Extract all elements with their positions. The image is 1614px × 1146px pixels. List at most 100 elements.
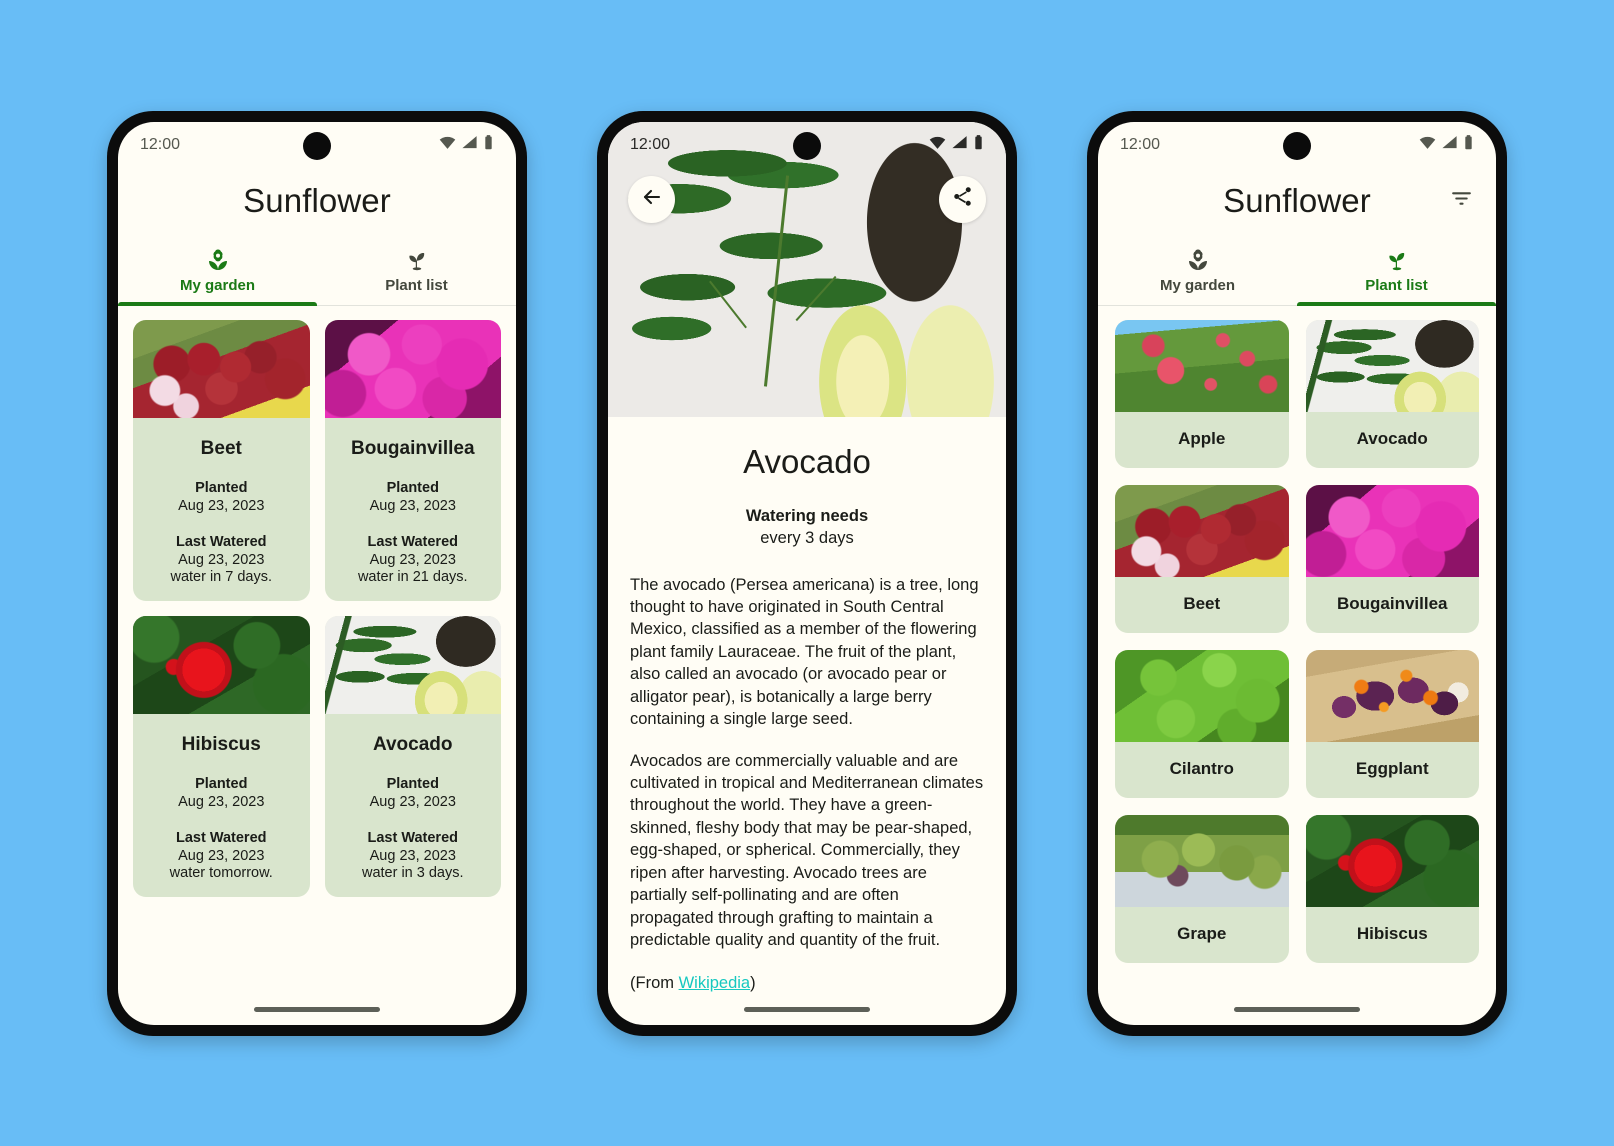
plant-detail-body: Avocado Watering needs every 3 days The … [608, 417, 1006, 995]
planted-label: Planted [386, 479, 439, 496]
plant-name: Avocado [1356, 428, 1428, 448]
next-water-text: water in 7 days. [170, 568, 273, 585]
wifi-icon [1419, 134, 1436, 156]
plant-name: Cilantro [1169, 758, 1234, 778]
garden-grid: Beet Planted Aug 23, 2023 Last Watered A… [118, 306, 516, 897]
tab-label-plant-list: Plant list [1365, 277, 1428, 294]
wifi-icon [439, 134, 456, 156]
watered-label: Last Watered [367, 533, 458, 550]
description-paragraph-1: The avocado (Persea americana) is a tree… [630, 575, 979, 729]
wifi-icon [929, 134, 946, 156]
garden-card[interactable]: Hibiscus Planted Aug 23, 2023 Last Water… [133, 615, 310, 897]
grape-image [1115, 814, 1289, 907]
plant-list-item[interactable]: Eggplant [1305, 649, 1479, 798]
plant-name: Avocado [372, 733, 453, 755]
wikipedia-link[interactable]: Wikipedia [679, 974, 751, 992]
cilantro-image [1115, 649, 1289, 742]
avocado-image [324, 615, 501, 714]
watered-date: Aug 23, 2023 [369, 847, 456, 864]
phone-my-garden: 12:00 Sunflower My garden Plant list Bee… [107, 110, 527, 1036]
app-bar: Sunflower [118, 168, 516, 234]
garden-card[interactable]: Beet Planted Aug 23, 2023 Last Watered A… [133, 319, 310, 601]
source-prefix: (From [630, 973, 679, 992]
watered-label: Last Watered [175, 533, 267, 550]
phone-plant-detail: 12:00 Avocado Watering needs every 3 day… [597, 110, 1017, 1036]
tab-my-garden[interactable]: My garden [118, 234, 317, 306]
beet-image [133, 319, 310, 418]
plant-name: Eggplant [1355, 758, 1429, 778]
plant-detail-title: Avocado [743, 442, 871, 480]
filter-list-icon [1449, 186, 1474, 216]
plant-list-item[interactable]: Avocado [1305, 319, 1479, 468]
garden-content[interactable]: Beet Planted Aug 23, 2023 Last Watered A… [118, 306, 516, 995]
tab-label-my-garden: My garden [179, 277, 255, 294]
phone-plant-list: 12:00 Sunflower My garden Plant list App… [1087, 110, 1507, 1036]
bougainvillea-image [324, 319, 501, 418]
status-time: 12:00 [140, 135, 181, 153]
plant-list-item[interactable]: Apple [1115, 319, 1289, 468]
sprout-icon [1385, 248, 1409, 272]
hibiscus-image [1305, 814, 1479, 907]
battery-icon [973, 134, 984, 156]
flower-icon [1186, 248, 1210, 272]
plant-list-item[interactable]: Cilantro [1115, 649, 1289, 798]
signal-icon [461, 134, 478, 156]
watered-label: Last Watered [367, 829, 458, 846]
page-title: Sunflower [243, 181, 391, 219]
planted-label: Planted [195, 479, 248, 496]
share-button[interactable] [939, 175, 986, 223]
plant-name: Hibiscus [181, 733, 261, 755]
garden-card[interactable]: Bougainvillea Planted Aug 23, 2023 Last … [324, 319, 501, 601]
filter-button[interactable] [1444, 184, 1478, 218]
garden-card[interactable]: Avocado Planted Aug 23, 2023 Last Watere… [324, 615, 501, 897]
plant-list-item[interactable]: Bougainvillea [1305, 484, 1479, 633]
sprout-icon [405, 248, 429, 272]
tab-bar: My garden Plant list [1098, 234, 1496, 306]
screen-plant-detail: 12:00 Avocado Watering needs every 3 day… [608, 121, 1006, 1025]
beet-image [1115, 484, 1289, 577]
gesture-bar[interactable] [118, 995, 516, 1025]
planted-date: Aug 23, 2023 [369, 793, 456, 810]
back-button[interactable] [628, 175, 675, 223]
tab-plant-list[interactable]: Plant list [317, 234, 516, 305]
next-water-text: water in 21 days. [357, 568, 468, 585]
plant-name: Beet [200, 437, 242, 459]
eggplant-image [1305, 649, 1479, 742]
next-water-text: water in 3 days. [361, 864, 464, 881]
signal-icon [951, 134, 968, 156]
source-suffix: ) [750, 973, 756, 992]
plant-name: Grape [1177, 923, 1227, 943]
watered-date: Aug 23, 2023 [369, 551, 456, 568]
bougainvillea-image [1305, 484, 1479, 577]
camera-hole [793, 131, 821, 160]
plant-list-item[interactable]: Hibiscus [1305, 814, 1479, 963]
tab-plant-list[interactable]: Plant list [1297, 234, 1496, 306]
gesture-bar[interactable] [608, 995, 1006, 1025]
back-arrow-icon [640, 185, 664, 214]
planted-date: Aug 23, 2023 [369, 497, 456, 514]
plant-name: Beet [1183, 593, 1221, 613]
hibiscus-image [133, 615, 310, 714]
app-bar: Sunflower [1098, 168, 1496, 234]
apple-image [1115, 319, 1289, 412]
source-line: (From Wikipedia) [630, 974, 984, 993]
share-icon [951, 185, 974, 213]
tab-bar: My garden Plant list [118, 234, 516, 306]
plant-name: Apple [1178, 428, 1226, 448]
camera-hole [1283, 131, 1311, 160]
watering-needs-value: every 3 days [760, 528, 854, 547]
gesture-bar[interactable] [1098, 995, 1496, 1025]
plant-list-item[interactable]: Grape [1115, 814, 1289, 963]
tab-my-garden[interactable]: My garden [1098, 234, 1297, 305]
watered-label: Last Watered [175, 829, 267, 846]
plant-list-content[interactable]: Apple Avocado Beet Bougainvillea Cilantr… [1098, 306, 1496, 995]
screenshot-stage: 12:00 Sunflower My garden Plant list Bee… [0, 0, 1614, 1146]
watered-date: Aug 23, 2023 [178, 847, 265, 864]
battery-icon [1463, 134, 1474, 156]
plant-list-item[interactable]: Beet [1115, 484, 1289, 633]
tab-label-plant-list: Plant list [385, 277, 448, 294]
status-icons [439, 134, 494, 156]
plant-name: Hibiscus [1356, 923, 1428, 943]
battery-icon [483, 134, 494, 156]
watered-date: Aug 23, 2023 [178, 551, 265, 568]
